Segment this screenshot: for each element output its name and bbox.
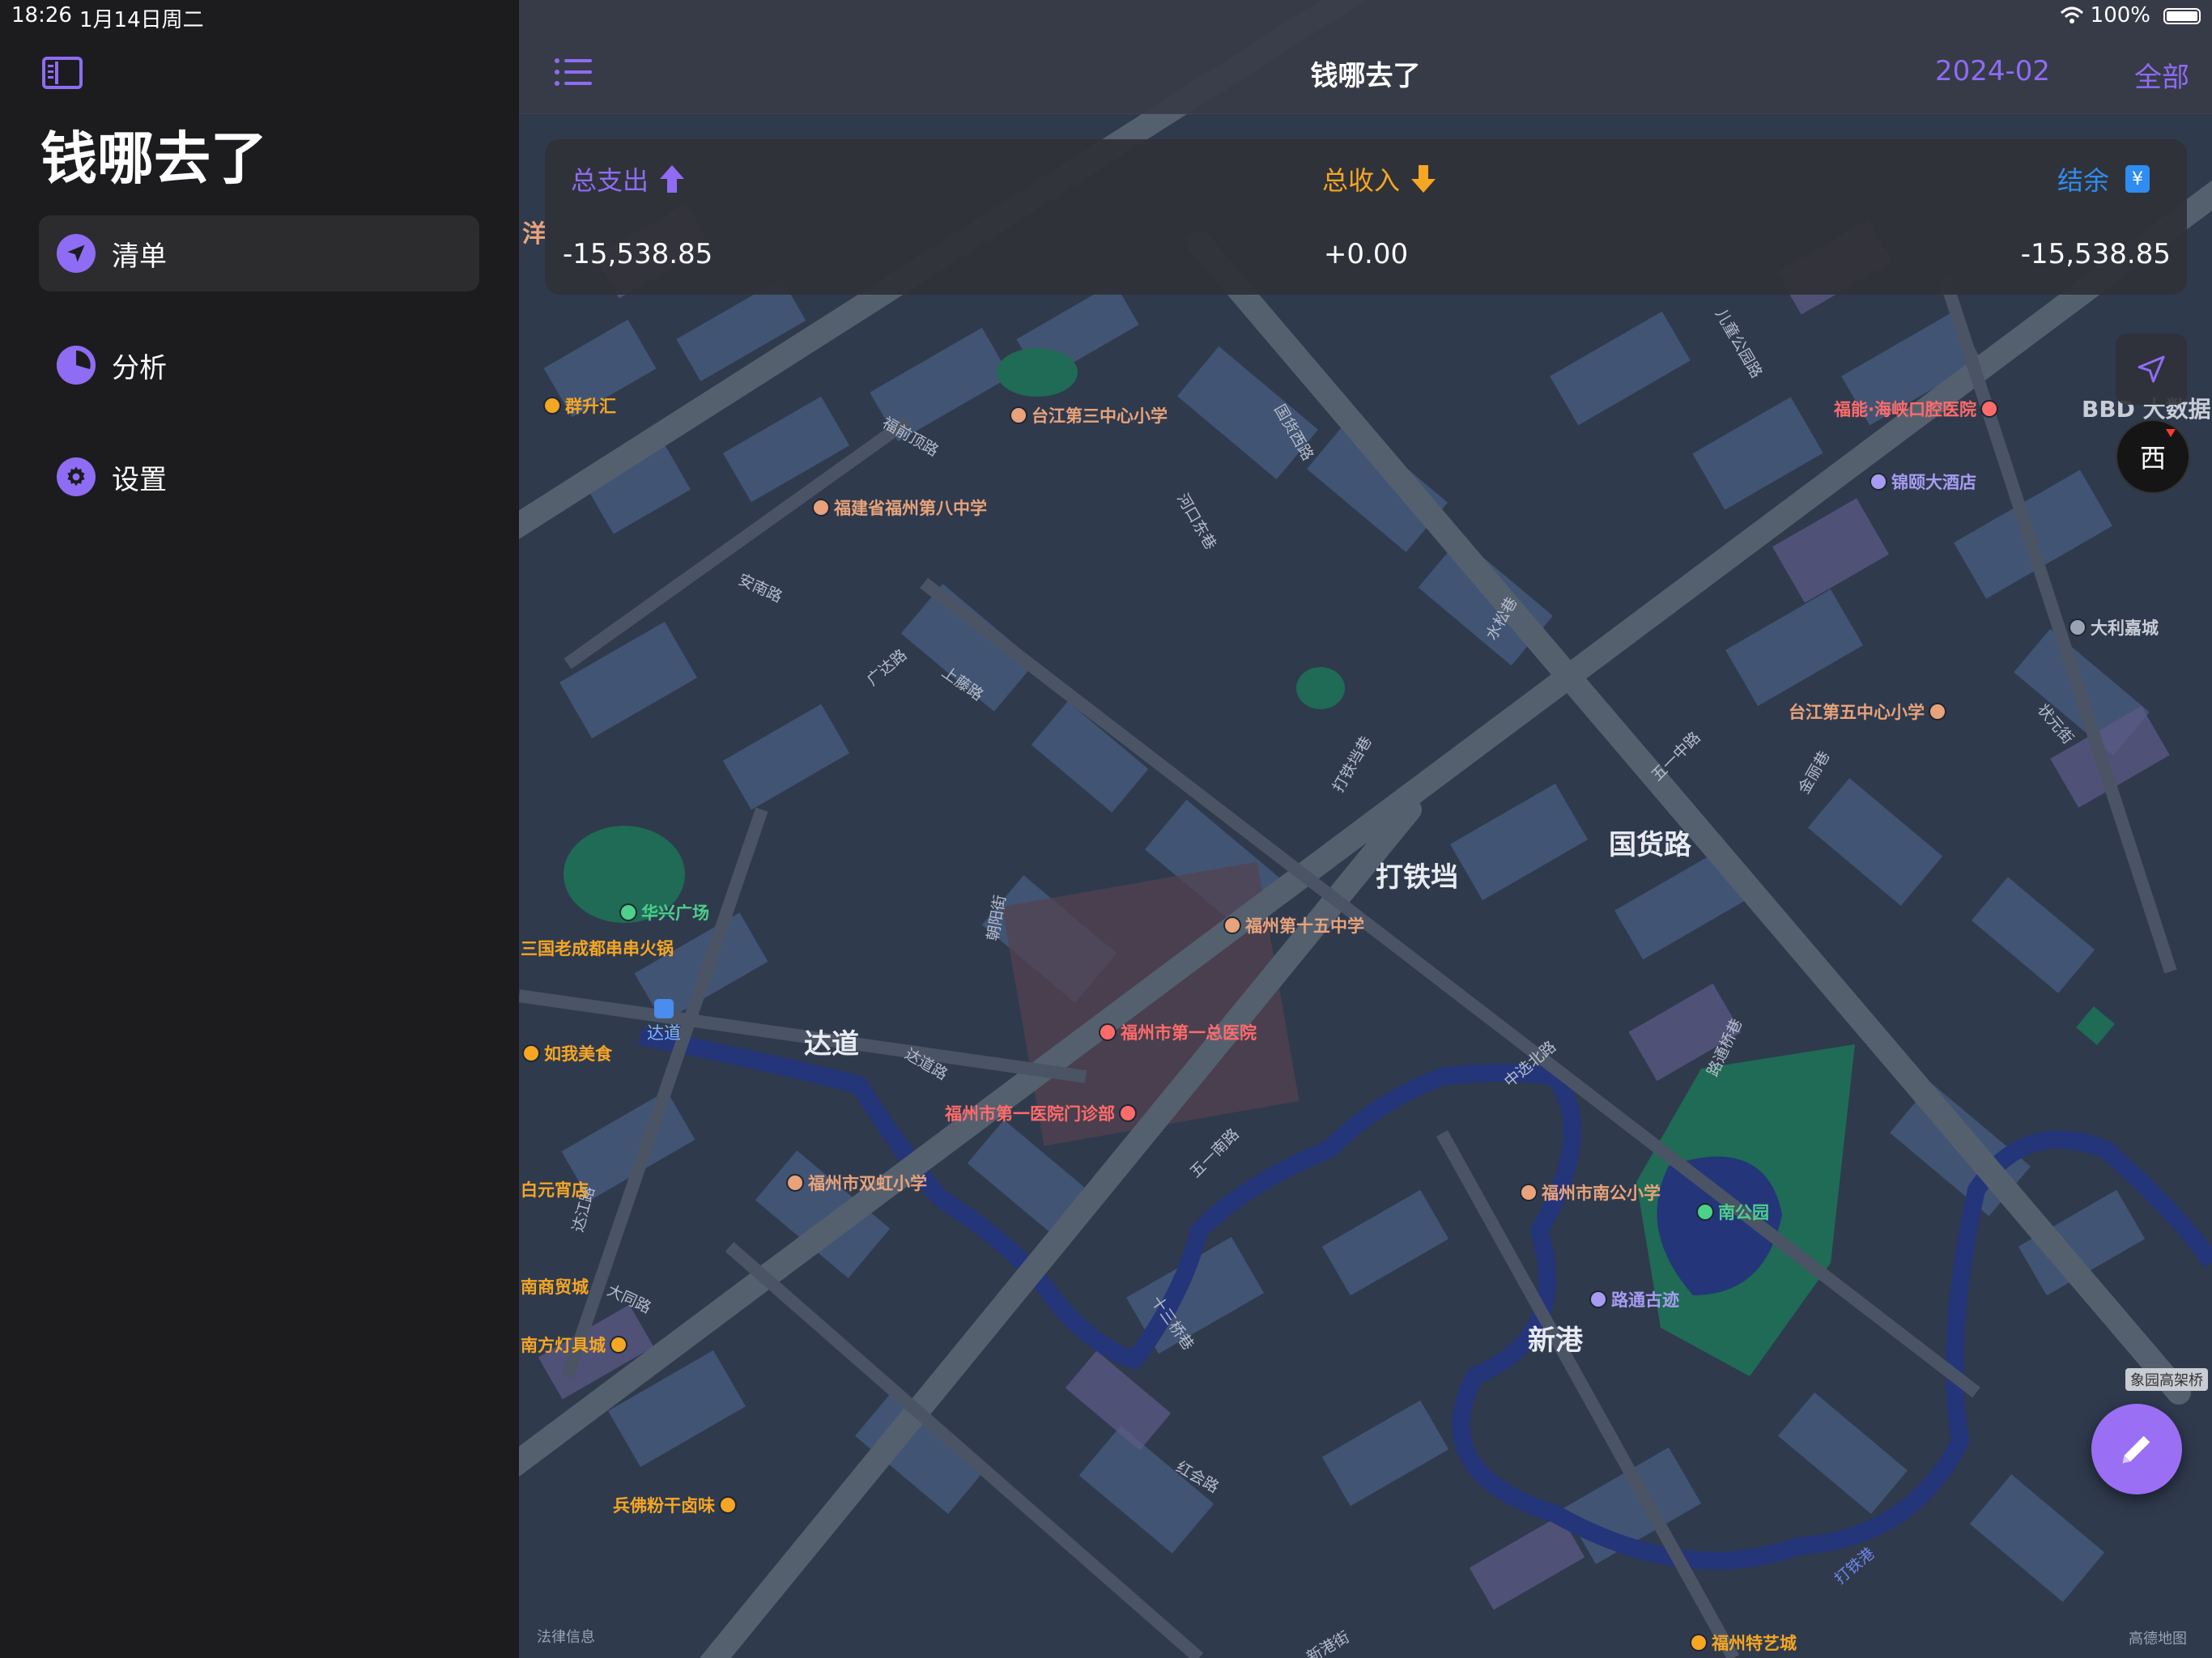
balance-value: -15,538.85: [2020, 238, 2171, 270]
food-icon: [719, 1496, 737, 1514]
poi-label[interactable]: 洋: [522, 214, 547, 249]
poi-label[interactable]: 南商贸城: [521, 1274, 589, 1299]
sidebar-item-settings[interactable]: 设置: [39, 439, 479, 515]
poi-label[interactable]: 台江第五中心小学: [1789, 699, 1950, 724]
sidebar-item-list[interactable]: 清单: [39, 215, 479, 291]
status-time: 18:26: [11, 3, 72, 28]
battery-icon: [2163, 8, 2201, 24]
district-label: 新港: [1528, 1324, 1583, 1357]
balance-label: 结余: [2057, 165, 2109, 196]
income-value: +0.00: [1323, 238, 1409, 270]
park-icon: [1696, 1203, 1714, 1221]
yen-icon: ¥: [2125, 165, 2150, 193]
hospital-icon: [1119, 1104, 1137, 1122]
compass-needle-icon: [2166, 429, 2176, 437]
park-icon: [619, 903, 637, 921]
poi-label[interactable]: 福州市南公小学: [1520, 1180, 1661, 1205]
status-date: 1月14日周二: [79, 8, 204, 32]
expense-label: 总支出: [571, 165, 649, 196]
poi-label[interactable]: 群升汇: [543, 393, 616, 418]
gear-icon: [57, 457, 96, 496]
income-label-group: 总收入: [1322, 160, 1437, 198]
nav-bar: 100% 钱哪去了 2024-02 全部: [519, 0, 2212, 114]
poi-label[interactable]: 福州第十五中学: [1223, 913, 1364, 937]
district-label: 达道: [804, 1028, 859, 1061]
main-area: 打铁垱 国货路 达道 新港 国货西路 五一中路 五一南路 广达路 安南路 上藤路…: [519, 0, 2212, 1658]
legal-link[interactable]: 法律信息: [537, 1626, 595, 1647]
arrow-down-icon: [1411, 165, 1436, 193]
sidebar: 18:26 1月14日周二 钱哪去了 清单 分析 设置: [0, 0, 519, 1658]
school-icon: [812, 499, 830, 517]
poi-label[interactable]: 南方灯具城: [521, 1333, 632, 1357]
subway-icon: [654, 999, 674, 1018]
map-attribution: 高德地图: [2129, 1630, 2187, 1647]
all-filter-button[interactable]: 全部: [2134, 55, 2189, 95]
poi-label[interactable]: 福州市第一总医院: [1099, 1020, 1257, 1044]
poi-label[interactable]: 路通古迹: [1589, 1287, 1679, 1312]
district-label: 国货路: [1609, 829, 1691, 861]
poi-label[interactable]: 兵佛粉干卤味: [613, 1493, 741, 1517]
balance-label-group: 结余 ¥: [2057, 160, 2150, 198]
poi-label[interactable]: 三国老成都串串火锅: [521, 936, 674, 960]
income-label: 总收入: [1322, 165, 1401, 196]
add-entry-button[interactable]: [2091, 1404, 2182, 1494]
poi-label[interactable]: 锦颐大酒店: [1870, 470, 1976, 494]
school-icon: [1010, 406, 1027, 424]
school-icon: [1929, 703, 1946, 721]
status-right: 100%: [2060, 3, 2150, 28]
poi-label[interactable]: 福州市第一医院门诊部: [945, 1101, 1141, 1125]
location-arrow-icon: [57, 234, 96, 273]
arrow-up-icon: [660, 165, 685, 193]
poi-label[interactable]: 福建省福州第八中学: [812, 495, 987, 520]
poi-label[interactable]: 华兴广场: [619, 900, 709, 925]
sidebar-toggle-icon[interactable]: [42, 57, 83, 89]
location-arrow-icon: [2138, 355, 2165, 383]
sidebar-item-label: 分析: [112, 351, 167, 385]
poi-label[interactable]: 福州特艺城: [1690, 1630, 1797, 1655]
landmark-icon: [1589, 1290, 1607, 1308]
poi-label[interactable]: 福州市双虹小学: [786, 1171, 927, 1195]
hospital-icon: [1980, 400, 1998, 418]
page-title: 钱哪去了: [40, 125, 267, 192]
food-icon: [522, 1044, 540, 1062]
sidebar-item-label: 设置: [112, 463, 167, 496]
poi-label[interactable]: 南公园: [1696, 1200, 1769, 1224]
wifi-icon: [2060, 6, 2083, 23]
sidebar-item-label: 清单: [112, 240, 167, 273]
school-icon: [1223, 916, 1241, 934]
month-picker-button[interactable]: 2024-02: [1935, 55, 2050, 87]
compass-button[interactable]: 西: [2116, 419, 2190, 494]
hospital-icon: [1099, 1023, 1117, 1041]
compass-label: 西: [2139, 443, 2166, 474]
shop-icon: [610, 1336, 627, 1354]
food-icon: [543, 397, 561, 414]
school-icon: [1520, 1184, 1538, 1201]
locate-button[interactable]: [2116, 334, 2187, 405]
poi-label[interactable]: 大利嘉城: [2069, 615, 2159, 640]
poi-label[interactable]: 台江第三中心小学: [1010, 403, 1168, 427]
summary-card: 总支出 总收入 结余 ¥ -15,538.85 +0.00 -15,538.85: [545, 139, 2187, 295]
pie-chart-icon: [57, 346, 96, 385]
transit-label[interactable]: 达道: [647, 999, 681, 1044]
expense-label-group: 总支出: [571, 160, 686, 198]
pencil-icon: [2122, 1435, 2150, 1464]
battery-percent: 100%: [2090, 3, 2150, 28]
poi-label[interactable]: 如我美食: [522, 1041, 612, 1065]
hotel-icon: [1870, 473, 1887, 491]
building-icon: [2069, 619, 2087, 636]
poi-label[interactable]: 白元宵店: [521, 1177, 589, 1201]
shop-icon: [1690, 1634, 1708, 1652]
district-label: 打铁垱: [1376, 861, 1458, 894]
poi-label[interactable]: 福能·海峡口腔医院: [1834, 397, 2002, 421]
bridge-label: 象园高架桥: [2125, 1368, 2208, 1391]
sidebar-item-analysis[interactable]: 分析: [39, 327, 479, 403]
school-icon: [786, 1174, 804, 1192]
